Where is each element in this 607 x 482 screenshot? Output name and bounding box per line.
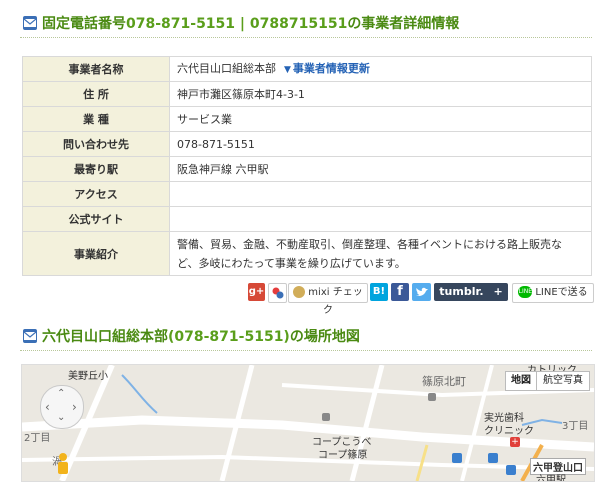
row-label: 住 所 — [22, 81, 170, 107]
map-pan-control[interactable]: ⌃ ‹ › ⌄ — [40, 385, 84, 429]
table-row: 問い合わせ先 078-871-5151 — [22, 131, 592, 157]
bookmark-button[interactable] — [268, 283, 287, 303]
share-bar: g+ mixi チェック B! f tumblr. + LINE LINEで送る — [248, 283, 594, 316]
business-name: 六代目山口組総本部 — [177, 61, 276, 75]
triangle-down-icon: ▼ — [284, 64, 291, 75]
map-label-chome-2: 2丁目 — [24, 433, 51, 444]
pan-up-icon[interactable]: ⌃ — [57, 388, 65, 399]
hospital-marker-icon[interactable]: + — [510, 437, 520, 447]
mixi-check-button[interactable]: mixi チェック — [288, 283, 368, 316]
row-label: 問い合わせ先 — [22, 131, 170, 157]
table-row: 事業紹介 警備、貿易、金融、不動産取引、倒産整理、各種イベントにおける路上販売な… — [22, 231, 592, 276]
bus-stop-marker-icon[interactable] — [506, 465, 516, 475]
row-label: 公式サイト — [22, 206, 170, 232]
row-label: 事業者名称 — [22, 56, 170, 82]
line-icon: LINE — [518, 286, 533, 298]
location-map[interactable]: 美野丘小 篠原北町 カトリック 2丁目 3丁目 実光歯科 クリニック コープこう… — [21, 364, 595, 482]
table-row: 公式サイト — [22, 206, 592, 232]
update-business-info-link[interactable]: ▼ 事業者情報更新 — [284, 62, 370, 75]
pan-down-icon[interactable]: ⌄ — [57, 412, 65, 423]
row-label: 事業紹介 — [22, 231, 170, 276]
map-label-rokko-station: 六甲駅 — [536, 475, 566, 482]
tumblr-plus-icon: + — [493, 285, 503, 298]
map-label-mino: 美野丘小 — [68, 371, 108, 382]
map-label-clinic: クリニック — [484, 426, 534, 437]
row-label: アクセス — [22, 181, 170, 207]
map-type-map-button[interactable]: 地図 — [505, 371, 537, 391]
table-row: 業 種 サービス業 — [22, 106, 592, 132]
street-view-pegman-icon[interactable] — [58, 453, 68, 475]
row-label: 最寄り駅 — [22, 156, 170, 182]
facebook-button[interactable]: f — [391, 283, 409, 301]
bus-stop-marker-icon[interactable] — [488, 453, 498, 463]
map-title: 六代目山口組総本部(078-871-5151)の場所地図 — [42, 329, 360, 345]
row-value: サービス業 — [169, 106, 592, 132]
poi-marker-icon[interactable] — [428, 393, 436, 401]
mixi-icon — [293, 286, 306, 298]
map-label-coop-shinohara: コープ篠原 — [318, 450, 368, 461]
map-type-satellite-button[interactable]: 航空写真 — [536, 371, 590, 391]
business-info-table: 事業者名称 六代目山口組総本部 ▼ 事業者情報更新 住 所 神戸市灘区篠原本町4-3… — [22, 56, 592, 276]
table-row: 住 所 神戸市灘区篠原本町4-3-1 — [22, 81, 592, 107]
map-section-heading: 六代目山口組総本部(078-871-5151)の場所地図 — [20, 324, 592, 351]
row-value: 警備、貿易、金融、不動産取引、倒産整理、各種イベントにおける路上販売など、多岐に… — [169, 231, 592, 276]
table-row: アクセス — [22, 181, 592, 207]
detail-title: 固定電話番号078-871-5151 | 0788715151の事業者詳細情報 — [42, 16, 460, 32]
table-row: 事業者名称 六代目山口組総本部 ▼ 事業者情報更新 — [22, 56, 592, 82]
table-row: 最寄り駅 阪急神戸線 六甲駅 — [22, 156, 592, 182]
map-label-shinohara-kitamachi: 篠原北町 — [422, 375, 466, 388]
twitter-bird-icon — [415, 287, 428, 296]
poi-marker-icon[interactable] — [322, 413, 330, 421]
line-share-button[interactable]: LINE LINEで送る — [512, 283, 594, 303]
envelope-icon — [23, 329, 37, 343]
row-value: 六代目山口組総本部 ▼ 事業者情報更新 — [169, 56, 592, 82]
row-value: 神戸市灘区篠原本町4-3-1 — [169, 81, 592, 107]
tumblr-button[interactable]: tumblr. + — [434, 283, 508, 301]
twitter-button[interactable] — [412, 283, 431, 301]
row-label: 業 種 — [22, 106, 170, 132]
row-value: 078-871-5151 — [169, 131, 592, 157]
google-plus-button[interactable]: g+ — [248, 283, 265, 301]
hatena-bookmark-button[interactable]: B! — [370, 283, 388, 301]
map-label-chome-3: 3丁目 — [562, 421, 589, 432]
row-value — [169, 181, 592, 207]
pan-right-icon[interactable]: › — [72, 400, 77, 414]
bus-stop-marker-icon[interactable] — [452, 453, 462, 463]
bookmark-icon — [272, 287, 283, 299]
pan-left-icon[interactable]: ‹ — [45, 400, 50, 414]
row-value — [169, 206, 592, 232]
row-value: 阪急神戸線 六甲駅 — [169, 156, 592, 182]
envelope-icon — [23, 16, 37, 30]
detail-section-heading: 固定電話番号078-871-5151 | 0788715151の事業者詳細情報 — [20, 11, 592, 38]
